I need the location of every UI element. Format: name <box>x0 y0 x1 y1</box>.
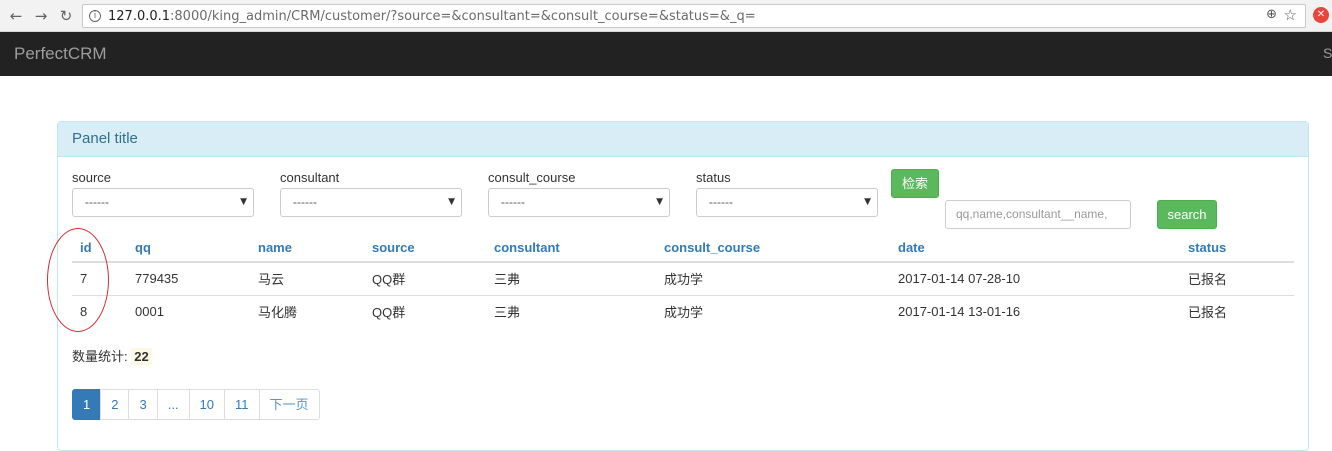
status-select[interactable]: ------ ▼ <box>696 188 878 217</box>
customer-panel: Panel title source ------ ▼ consultant --… <box>57 121 1309 451</box>
cell-date: 2017-01-14 07-28-10 <box>890 261 1180 295</box>
column-header-status[interactable]: status <box>1180 233 1294 263</box>
record-count: 数量统计: 22 <box>72 346 152 365</box>
cell-name: 马云 <box>250 261 364 295</box>
column-header-qq[interactable]: qq <box>127 233 250 263</box>
cell-source: QQ群 <box>364 261 486 295</box>
chevron-down-icon: ▼ <box>864 197 871 207</box>
cell-qq: 0001 <box>127 294 250 328</box>
page-link-10[interactable]: 10 <box>188 389 226 420</box>
filter-status: status ------ ▼ <box>696 170 878 217</box>
annotation-circle <box>47 228 109 332</box>
count-label: 数量统计: <box>72 349 128 364</box>
cell-status: 已报名 <box>1180 294 1294 328</box>
consult-course-select[interactable]: ------ ▼ <box>488 188 670 217</box>
chevron-down-icon: ▼ <box>448 197 455 207</box>
filter-source: source ------ ▼ <box>72 170 254 217</box>
filter-label: status <box>696 170 731 185</box>
cell-date: 2017-01-14 13-01-16 <box>890 294 1180 328</box>
cell-consultant: 三弗 <box>486 261 656 295</box>
cell-consult-course: 成功学 <box>656 261 890 295</box>
cell-source: QQ群 <box>364 294 486 328</box>
search-button[interactable]: search <box>1157 200 1217 229</box>
filter-label: consult_course <box>488 170 576 185</box>
search-input[interactable]: qq,name,consultant__name, <box>945 200 1131 229</box>
filter-label: consultant <box>280 170 340 185</box>
column-header-date[interactable]: date <box>890 233 1180 263</box>
address-bar[interactable]: i 127.0.0.1:8000/king_admin/CRM/customer… <box>82 4 1306 28</box>
pagination: 1 2 3 ... 10 11 下一页 <box>72 389 320 420</box>
brand-link[interactable]: PerfectCRM <box>14 44 107 64</box>
info-icon[interactable]: i <box>89 10 101 22</box>
filter-consultant: consultant ------ ▼ <box>280 170 462 217</box>
url-text: 127.0.0.1:8000/king_admin/CRM/customer/?… <box>108 9 756 24</box>
bookmark-star-icon[interactable]: ☆ <box>1284 6 1297 24</box>
filter-label: source <box>72 170 112 185</box>
column-header-consult-course[interactable]: consult_course <box>656 233 890 263</box>
zoom-icon[interactable]: ⊕ <box>1266 7 1277 22</box>
next-page-link[interactable]: 下一页 <box>258 389 320 420</box>
forward-arrow-icon[interactable]: → <box>31 6 51 26</box>
panel-title: Panel title <box>58 122 1308 157</box>
column-header-source[interactable]: source <box>364 233 486 263</box>
cell-status: 已报名 <box>1180 261 1294 295</box>
extension-icon[interactable]: ✕ <box>1313 7 1329 23</box>
page-link-2[interactable]: 2 <box>100 389 130 420</box>
table-row[interactable]: 8 0001 马化腾 QQ群 三弗 成功学 2017-01-14 13-01-1… <box>72 294 1294 328</box>
page-ellipsis: ... <box>156 389 190 420</box>
top-navbar: PerfectCRM S <box>0 32 1332 76</box>
cell-name: 马化腾 <box>250 294 364 328</box>
table-header-row: id qq name source consultant consult_cou… <box>72 233 1294 263</box>
browser-toolbar: ← → ↻ i 127.0.0.1:8000/king_admin/CRM/cu… <box>0 0 1332 32</box>
page-link-1[interactable]: 1 <box>72 389 102 420</box>
navbar-right-link[interactable]: S <box>1323 45 1332 61</box>
page-link-11[interactable]: 11 <box>224 389 260 420</box>
column-header-name[interactable]: name <box>250 233 364 263</box>
chevron-down-icon: ▼ <box>240 197 247 207</box>
consultant-select[interactable]: ------ ▼ <box>280 188 462 217</box>
column-header-consultant[interactable]: consultant <box>486 233 656 263</box>
cell-consultant: 三弗 <box>486 294 656 328</box>
reload-icon[interactable]: ↻ <box>56 6 76 26</box>
cell-consult-course: 成功学 <box>656 294 890 328</box>
source-select[interactable]: ------ ▼ <box>72 188 254 217</box>
back-arrow-icon[interactable]: ← <box>6 6 26 26</box>
customer-table: id qq name source consultant consult_cou… <box>72 233 1294 328</box>
filter-submit-button[interactable]: 检索 <box>891 169 939 198</box>
count-value: 22 <box>131 348 152 365</box>
chevron-down-icon: ▼ <box>656 197 663 207</box>
cell-qq: 779435 <box>127 261 250 295</box>
table-row[interactable]: 7 779435 马云 QQ群 三弗 成功学 2017-01-14 07-28-… <box>72 261 1294 295</box>
filter-consult-course: consult_course ------ ▼ <box>488 170 670 217</box>
page-link-3[interactable]: 3 <box>128 389 158 420</box>
